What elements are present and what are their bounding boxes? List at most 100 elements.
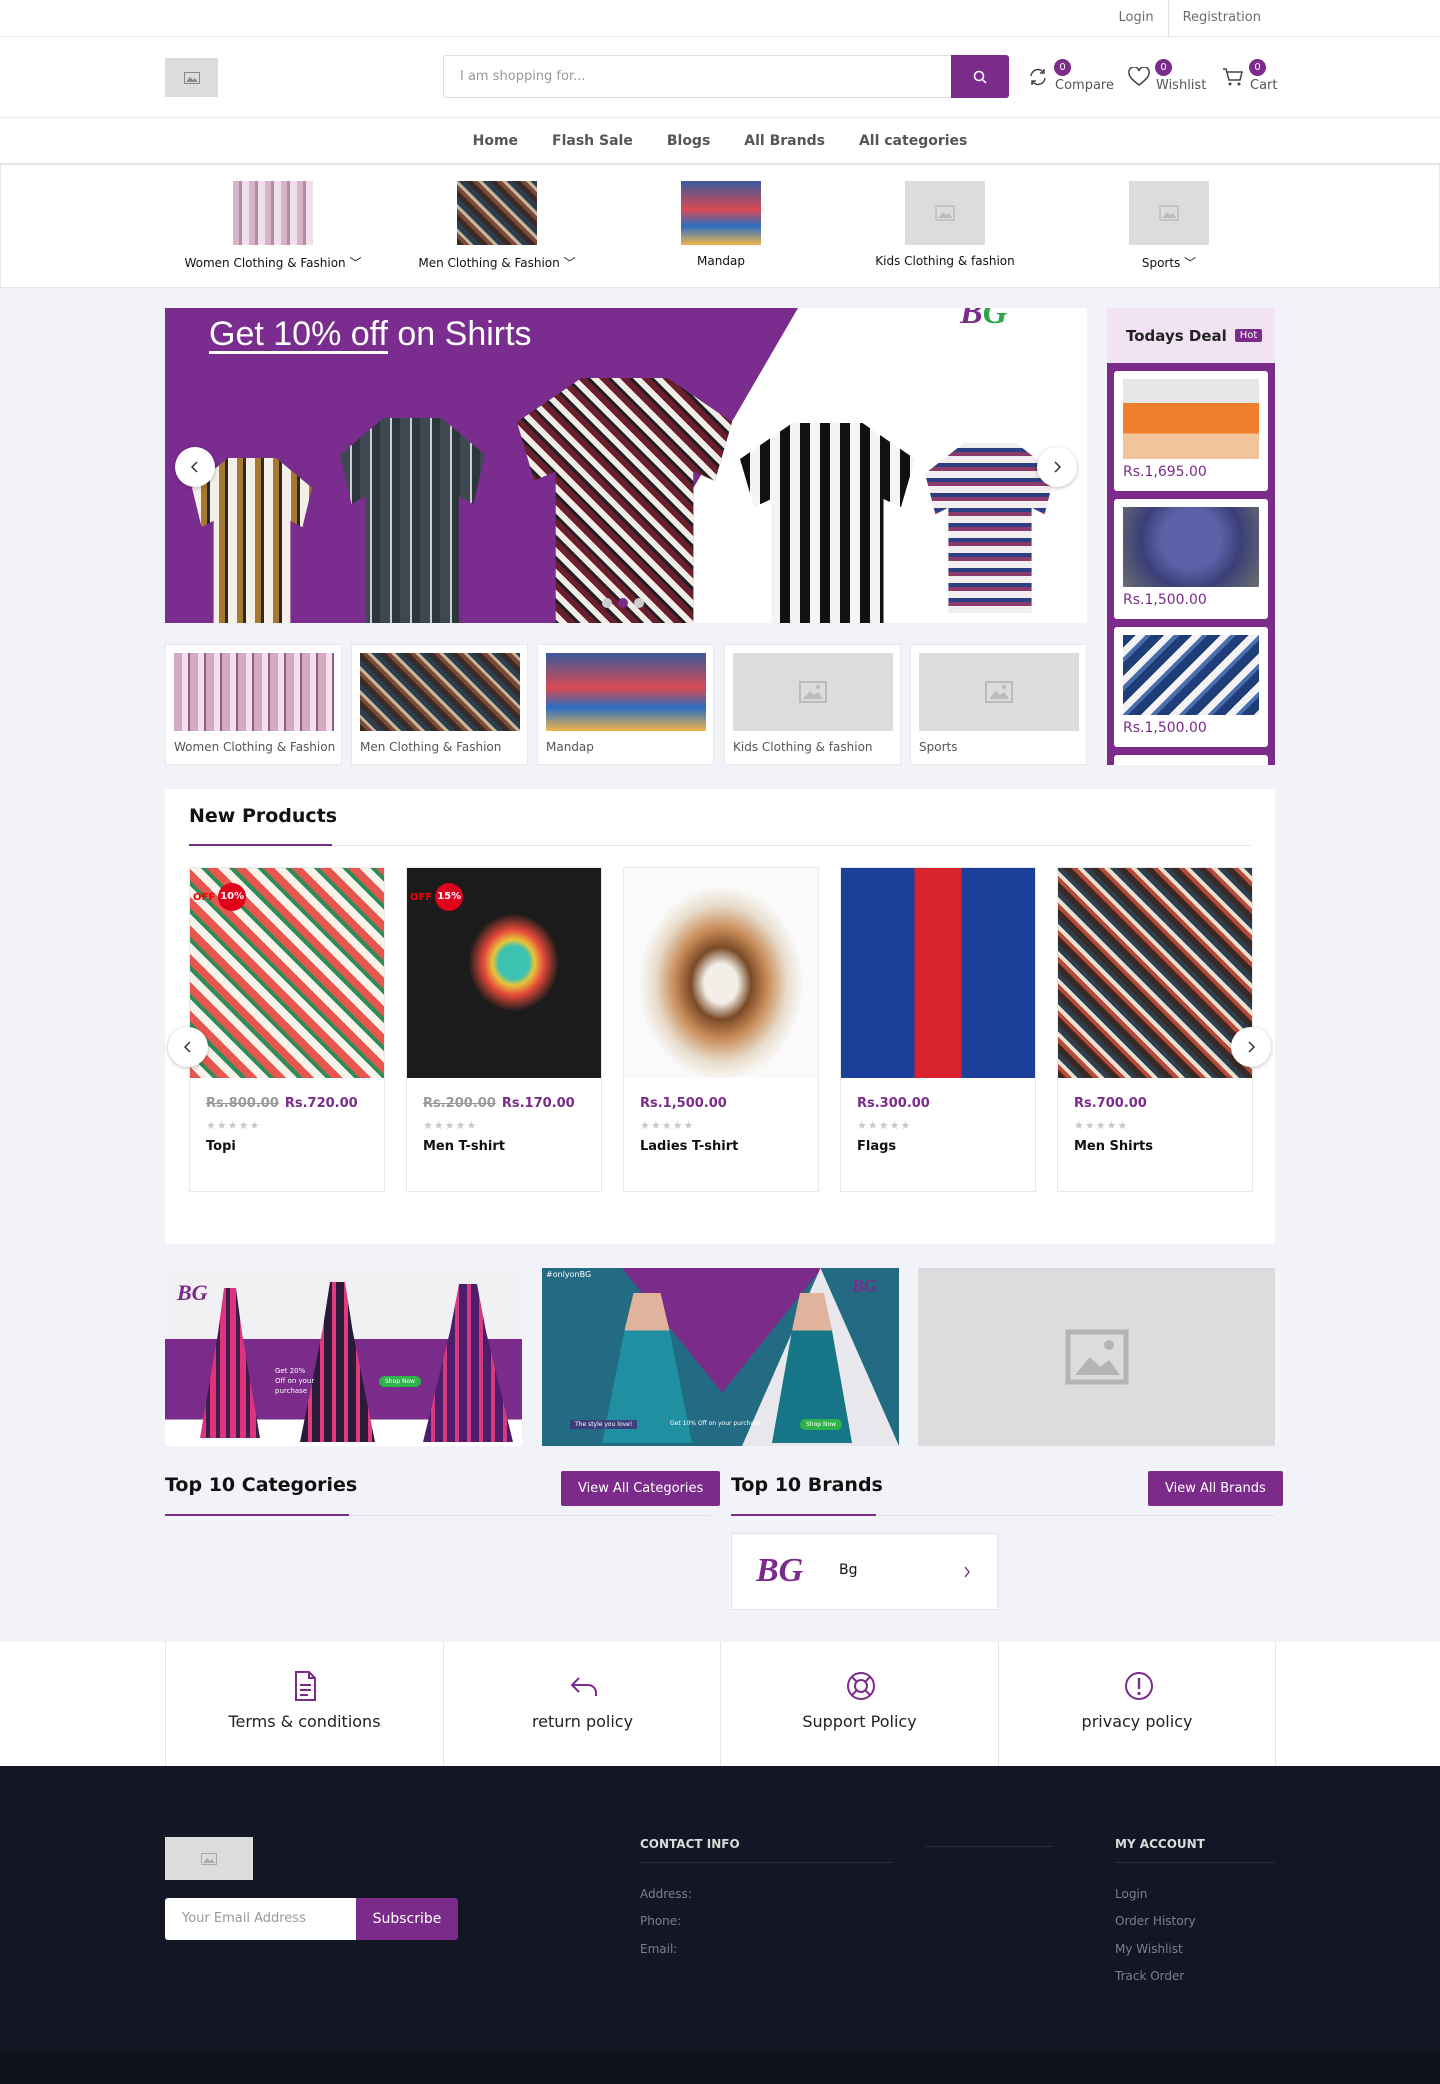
mini-category-image — [733, 653, 893, 731]
products-next-button[interactable] — [1231, 1027, 1271, 1067]
footer-track-order-link[interactable]: Track Order — [1115, 1969, 1184, 1983]
search-input[interactable] — [444, 56, 944, 97]
category-label: Women Clothing & Fashion — [184, 256, 346, 270]
top-links: Login Registration — [1105, 0, 1275, 37]
chevron-right-icon — [1248, 1041, 1256, 1053]
off-label: OFF — [410, 891, 433, 903]
support-policy-label: Support Policy — [802, 1712, 917, 1731]
product-card[interactable]: Rs.1,500.00 ★★★★★ Ladies T-shirt — [623, 867, 819, 1192]
nav-all-categories[interactable]: All categories — [842, 118, 984, 163]
rating-stars: ★★★★★ — [640, 1119, 695, 1132]
category-label: Mandap — [697, 254, 745, 268]
brand-logo: BG — [756, 1552, 804, 1589]
banner-shop-now-button[interactable]: Shop Now — [379, 1376, 422, 1387]
return-policy-link[interactable]: return policy — [443, 1642, 721, 1766]
footer-logo[interactable] — [165, 1837, 253, 1880]
hero-dot-active[interactable] — [618, 598, 628, 608]
top-brands-title: Top 10 Brands — [731, 1474, 883, 1496]
category-men-clothing[interactable]: Men Clothing & Fashion ﹀ — [387, 181, 607, 271]
banner-dress-image — [300, 1282, 375, 1442]
footer-divider — [1115, 1862, 1275, 1863]
deal-item[interactable] — [1114, 755, 1268, 765]
login-link[interactable]: Login — [1105, 0, 1168, 37]
footer-login-link[interactable]: Login — [1115, 1887, 1147, 1901]
cart-count: 0 — [1249, 59, 1266, 76]
product-card[interactable]: OFF 10% Rs.800.00 Rs.720.00 ★★★★★ Topi — [189, 867, 385, 1192]
view-all-brands-button[interactable]: View All Brands — [1148, 1471, 1283, 1506]
search-icon — [973, 70, 987, 84]
footer-divider — [640, 1862, 893, 1863]
hero-prev-button[interactable] — [175, 447, 215, 487]
mini-category-women[interactable]: Women Clothing & Fashion — [165, 644, 342, 765]
header: 0 Compare 0 Wishlist 0 Cart — [0, 37, 1440, 118]
nav-flash-sale[interactable]: Flash Sale — [535, 118, 650, 163]
banner-dress-image — [423, 1284, 513, 1442]
mini-category-sports[interactable]: Sports — [910, 644, 1087, 765]
hero-slider[interactable]: BG Get 10% off on Shirts — [165, 308, 1087, 623]
category-image — [457, 181, 537, 245]
footer-wishlist-link[interactable]: My Wishlist — [1115, 1942, 1183, 1956]
registration-link[interactable]: Registration — [1167, 0, 1275, 37]
product-image — [1058, 868, 1252, 1078]
category-image — [1129, 181, 1209, 245]
section-title-underline — [731, 1514, 876, 1516]
chevron-right-icon — [964, 1566, 970, 1578]
category-women-clothing[interactable]: Women Clothing & Fashion ﹀ — [163, 181, 383, 271]
hero-title-underlined: Get 10% off — [209, 315, 388, 353]
mini-category-men[interactable]: Men Clothing & Fashion — [351, 644, 528, 765]
subscribe-button[interactable]: Subscribe — [356, 1898, 458, 1940]
hero-next-button[interactable] — [1037, 447, 1077, 487]
product-prices: Rs.800.00 Rs.720.00 — [206, 1096, 358, 1111]
view-all-categories-button[interactable]: View All Categories — [561, 1471, 721, 1506]
mini-category-mandap[interactable]: Mandap — [537, 644, 714, 765]
products-prev-button[interactable] — [168, 1027, 208, 1067]
nav-home[interactable]: Home — [456, 118, 535, 163]
rating-stars: ★★★★★ — [857, 1119, 912, 1132]
discount-badge: OFF 15% — [410, 883, 464, 911]
support-policy-link[interactable]: Support Policy — [720, 1642, 998, 1766]
new-products-section: New Products OFF 10% Rs.800.00 Rs.720.00 ★… — [165, 789, 1275, 1244]
discount-percent: 15% — [435, 883, 464, 911]
hero-dot[interactable] — [602, 598, 612, 608]
promo-banner-3[interactable] — [918, 1268, 1275, 1446]
category-sports[interactable]: Sports ﹀ — [1059, 181, 1279, 271]
mini-category-label: Mandap — [546, 740, 594, 754]
hero-dot[interactable] — [634, 598, 644, 608]
banner-shop-now-button[interactable]: Shop Now — [800, 1419, 843, 1430]
mini-category-kids[interactable]: Kids Clothing & fashion — [724, 644, 901, 765]
category-label: Sports — [1141, 256, 1181, 270]
category-kids-clothing[interactable]: Kids Clothing & fashion — [835, 181, 1055, 268]
brand-card[interactable]: BG Bg — [731, 1533, 998, 1610]
deal-item[interactable]: Rs.1,500.00 — [1114, 499, 1268, 619]
nav-blogs[interactable]: Blogs — [650, 118, 727, 163]
category-mandap[interactable]: Mandap — [611, 181, 831, 268]
search-button[interactable] — [951, 55, 1009, 98]
nav-all-brands[interactable]: All Brands — [727, 118, 842, 163]
product-price: Rs.1,500.00 — [640, 1096, 727, 1111]
cart-label: Cart — [1250, 78, 1278, 93]
product-name: Flags — [857, 1139, 897, 1154]
banner-hashtag: #onlyonBG — [546, 1270, 592, 1279]
newsletter-email-input[interactable]: Your Email Address — [165, 1898, 356, 1940]
product-card[interactable]: Rs.700.00 ★★★★★ Men Shirts — [1057, 867, 1253, 1192]
search-bar — [443, 55, 1009, 98]
banner-offer-text: Get 20% Off on your purchase — [275, 1367, 315, 1395]
site-logo[interactable] — [165, 58, 218, 97]
deal-item[interactable]: Rs.1,500.00 — [1114, 627, 1268, 747]
product-card[interactable]: OFF 15% Rs.200.00 Rs.170.00 ★★★★★ Men T-sh… — [406, 867, 602, 1192]
product-name: Topi — [206, 1139, 236, 1154]
product-card[interactable]: Rs.300.00 ★★★★★ Flags — [840, 867, 1036, 1192]
image-placeholder-icon — [1065, 1329, 1128, 1385]
footer-divider — [925, 1846, 1052, 1847]
terms-conditions-link[interactable]: Terms & conditions — [165, 1642, 443, 1766]
return-policy-label: return policy — [531, 1712, 634, 1731]
promo-banner-2[interactable]: #onlyonBG BG The style you love! Get 10%… — [542, 1268, 899, 1446]
image-placeholder-icon — [935, 205, 955, 221]
footer-order-history-link[interactable]: Order History — [1115, 1914, 1196, 1928]
category-image — [681, 181, 761, 245]
hot-badge: Hot — [1234, 329, 1263, 342]
deal-item[interactable]: Rs.1,695.00 — [1114, 371, 1268, 491]
promo-banner-1[interactable]: BG Get 20% Off on your purchase Shop Now — [165, 1268, 522, 1446]
mini-category-label: Kids Clothing & fashion — [733, 740, 873, 754]
privacy-policy-link[interactable]: privacy policy — [998, 1642, 1276, 1766]
